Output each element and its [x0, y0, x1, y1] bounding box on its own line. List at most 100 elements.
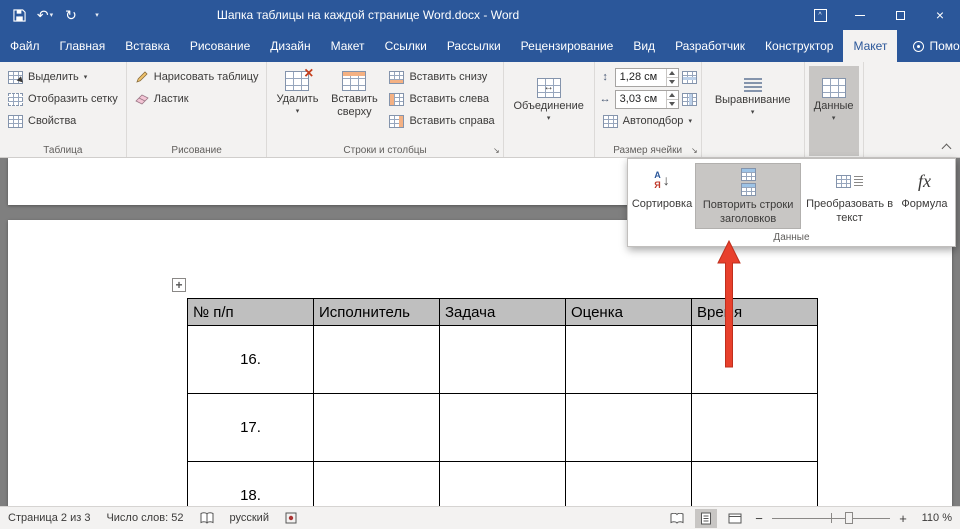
- page-indicator[interactable]: Страница 2 из 3: [8, 512, 90, 524]
- table-cell[interactable]: [566, 326, 692, 394]
- ribbon-group-draw: Нарисовать таблицу Ластик Рисование: [127, 62, 268, 157]
- table-cell[interactable]: [692, 326, 818, 394]
- table-header-cell[interactable]: № п/п: [188, 299, 314, 326]
- distribute-rows-icon[interactable]: [682, 71, 697, 84]
- row-height-value[interactable]: 1,28 см: [616, 69, 666, 86]
- row-height-stepper[interactable]: [666, 69, 678, 86]
- collapse-ribbon-button[interactable]: [943, 145, 950, 152]
- data-button[interactable]: Данные ▾: [809, 66, 859, 156]
- insert-left-button[interactable]: Вставить слева: [385, 88, 498, 110]
- ribbon-group-merge: Объединение ▾: [504, 62, 595, 157]
- tab-references[interactable]: Ссылки: [375, 30, 437, 62]
- tab-help[interactable]: Помощн: [903, 30, 960, 62]
- zoom-in-button[interactable]: +: [897, 511, 909, 526]
- stepper-up-icon[interactable]: [667, 69, 678, 78]
- insert-right-label: Вставить справа: [409, 115, 494, 127]
- tab-review[interactable]: Рецензирование: [511, 30, 624, 62]
- stepper-up-icon[interactable]: [667, 91, 678, 100]
- tab-file[interactable]: Файл: [0, 30, 50, 62]
- insert-right-button[interactable]: Вставить справа: [385, 110, 498, 132]
- dialog-launcher-icon[interactable]: ↘: [493, 147, 500, 155]
- language-indicator[interactable]: русский: [230, 512, 269, 524]
- stepper-down-icon[interactable]: [667, 78, 678, 86]
- col-width-stepper[interactable]: [666, 91, 678, 108]
- proofing-icon[interactable]: [200, 512, 214, 524]
- tab-draw[interactable]: Рисование: [180, 30, 260, 62]
- alignment-button[interactable]: Выравнивание ▾: [706, 66, 800, 156]
- insert-below-button[interactable]: Вставить снизу: [385, 66, 498, 88]
- table-header-cell[interactable]: Оценка: [566, 299, 692, 326]
- tab-mailings[interactable]: Рассылки: [437, 30, 511, 62]
- ribbon-display-options-button[interactable]: ^: [800, 0, 840, 30]
- col-width-field[interactable]: 3,03 см: [615, 90, 679, 109]
- table-cell[interactable]: [566, 394, 692, 462]
- zoom-out-button[interactable]: −: [753, 511, 765, 526]
- insert-above-button[interactable]: Вставить сверху: [325, 66, 383, 144]
- sort-button[interactable]: АЯ↓ Сортировка: [632, 163, 692, 229]
- repeat-header-rows-button[interactable]: Повторить строки заголовков: [695, 163, 801, 229]
- table-cell[interactable]: [566, 462, 692, 507]
- row-height-field[interactable]: 1,28 см: [615, 68, 679, 87]
- customize-qat-button[interactable]: ▾: [84, 0, 110, 30]
- table-cell[interactable]: [440, 394, 566, 462]
- eraser-button[interactable]: Ластик: [131, 88, 263, 110]
- insert-above-label: Вставить сверху: [325, 93, 383, 119]
- data-caret-icon: ▾: [832, 115, 836, 122]
- table-header-cell[interactable]: Задача: [440, 299, 566, 326]
- table-properties-button[interactable]: Свойства: [4, 110, 122, 132]
- tab-table-design[interactable]: Конструктор: [755, 30, 843, 62]
- minimize-button[interactable]: [840, 0, 880, 30]
- sort-label: Сортировка: [632, 198, 692, 212]
- table-cell-number[interactable]: 16.: [188, 326, 314, 394]
- table-cell[interactable]: [314, 462, 440, 507]
- table-cell[interactable]: [692, 462, 818, 507]
- read-mode-button[interactable]: [666, 509, 688, 528]
- tab-developer[interactable]: Разработчик: [665, 30, 755, 62]
- zoom-level[interactable]: 110 %: [916, 512, 952, 524]
- table-header-cell[interactable]: Время: [692, 299, 818, 326]
- table-cell-number[interactable]: 17.: [188, 394, 314, 462]
- ribbon-group-data: Данные ▾: [805, 62, 864, 157]
- table-cell[interactable]: [314, 394, 440, 462]
- zoom-slider[interactable]: [772, 509, 890, 527]
- convert-to-text-button[interactable]: Преобразовать в текст: [804, 163, 895, 229]
- tab-insert[interactable]: Вставка: [115, 30, 180, 62]
- table-cell[interactable]: [440, 462, 566, 507]
- view-gridlines-button[interactable]: Отобразить сетку: [4, 88, 122, 110]
- draw-table-button[interactable]: Нарисовать таблицу: [131, 66, 263, 88]
- print-layout-button[interactable]: [695, 509, 717, 528]
- close-button[interactable]: ×: [920, 0, 960, 30]
- tab-home[interactable]: Главная: [50, 30, 116, 62]
- undo-button[interactable]: ↶▾: [32, 0, 58, 30]
- tab-design[interactable]: Дизайн: [260, 30, 320, 62]
- table-header-cell[interactable]: Исполнитель: [314, 299, 440, 326]
- distribute-columns-icon[interactable]: [682, 93, 697, 106]
- table-cell[interactable]: [440, 326, 566, 394]
- table-move-handle-icon[interactable]: +: [172, 278, 186, 292]
- tab-layout[interactable]: Макет: [321, 30, 375, 62]
- autofit-button[interactable]: Автоподбор ▾: [599, 110, 697, 132]
- col-width-value[interactable]: 3,03 см: [616, 91, 666, 108]
- word-count[interactable]: Число слов: 52: [106, 512, 183, 524]
- formula-button[interactable]: fx Формула: [898, 163, 951, 229]
- dialog-launcher-icon[interactable]: ↘: [691, 147, 698, 155]
- stepper-down-icon[interactable]: [667, 100, 678, 108]
- data-menu-group-label: Данные: [628, 232, 955, 243]
- web-layout-button[interactable]: [724, 509, 746, 528]
- undo-icon: ↶: [37, 7, 49, 24]
- macro-record-icon[interactable]: [285, 512, 297, 524]
- tab-table-layout[interactable]: Макет: [843, 30, 897, 62]
- select-button[interactable]: Выделить ▾: [4, 66, 122, 88]
- save-button[interactable]: [6, 0, 32, 30]
- delete-button[interactable]: Удалить ▾: [271, 66, 323, 144]
- redo-button[interactable]: ↻: [58, 0, 84, 30]
- table-cell[interactable]: [314, 326, 440, 394]
- tab-view[interactable]: Вид: [623, 30, 665, 62]
- table-cell[interactable]: [692, 394, 818, 462]
- table-cell-number[interactable]: 18.: [188, 462, 314, 507]
- data-dropdown-menu: АЯ↓ Сортировка Повторить строки заголовк…: [627, 158, 956, 247]
- select-table-icon: [8, 71, 23, 84]
- zoom-slider-thumb[interactable]: [845, 512, 853, 524]
- maximize-button[interactable]: [880, 0, 920, 30]
- merge-button[interactable]: Объединение ▾: [508, 66, 590, 156]
